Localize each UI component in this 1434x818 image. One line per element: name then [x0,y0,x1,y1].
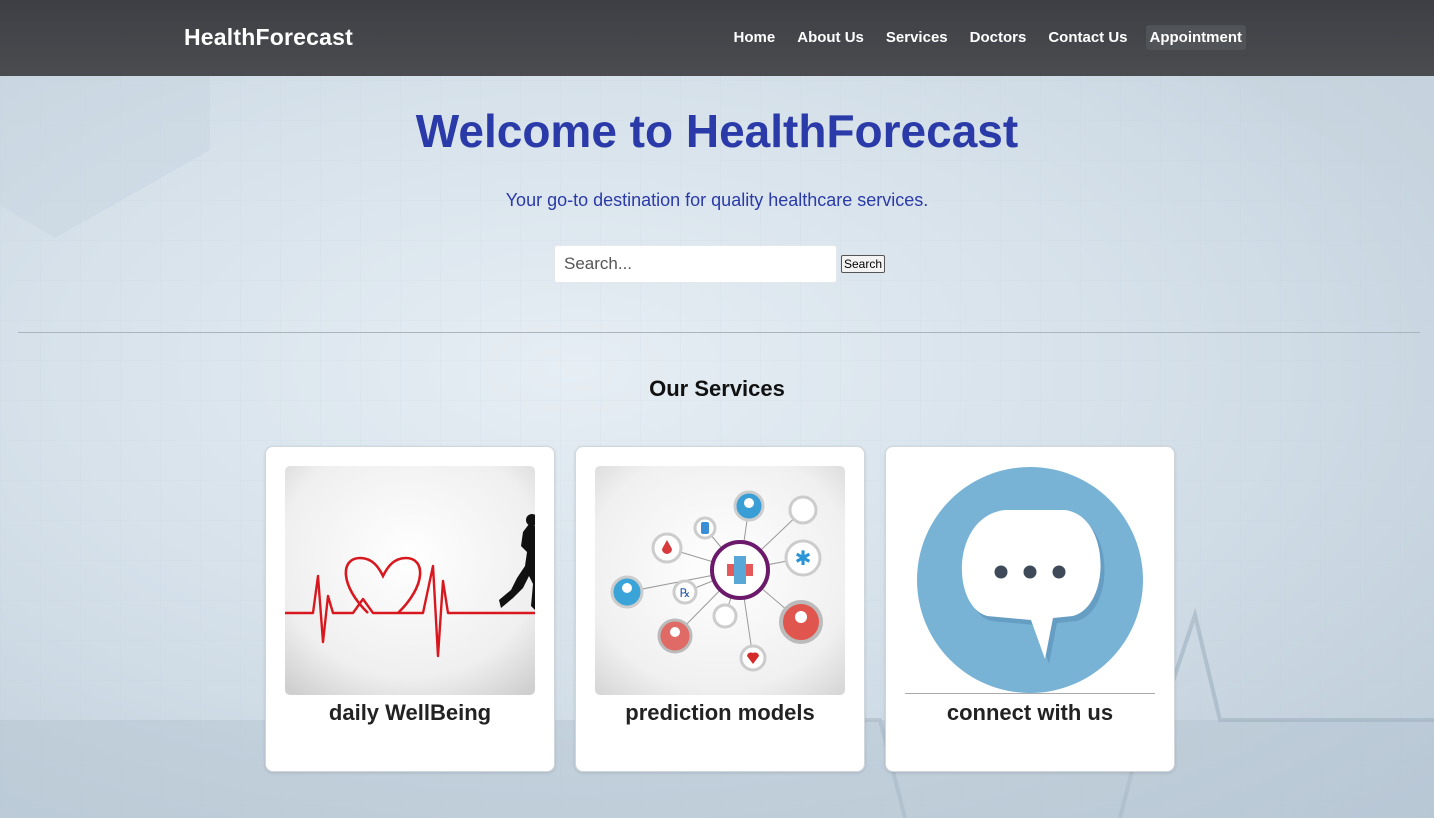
service-card-connect-with-us[interactable]: connect with us [885,446,1175,772]
nav-link-appointment[interactable]: Appointment [1145,25,1246,50]
nav-link-services[interactable]: Services [882,25,952,50]
navbar: HealthForecast Home About Us Services Do… [0,0,1434,76]
nav-links: Home About Us Services Doctors Contact U… [730,25,1246,50]
hero-subtitle: Your go-to destination for quality healt… [505,190,929,210]
services-heading: Our Services [649,376,785,401]
card-title: prediction models [625,700,815,725]
search-button[interactable]: Search [841,255,886,273]
nav-link-doctors[interactable]: Doctors [966,25,1031,50]
section-divider [18,332,1420,333]
nav-link-contact-us[interactable]: Contact Us [1044,25,1131,50]
chat-bubble-image [905,466,1155,695]
card-divider [905,693,1155,694]
hero-title: Welcome to HealthForecast [415,105,1019,157]
svg-text:℞: ℞ [680,586,691,600]
medical-network-image: ✱ ℞ [595,466,845,695]
site-logo[interactable]: HealthForecast [184,24,353,51]
nav-link-home[interactable]: Home [730,25,780,50]
service-card-daily-wellbeing[interactable]: daily WellBeing [265,446,555,772]
card-title: connect with us [946,700,1114,725]
heartbeat-runner-image [285,466,535,695]
nav-link-about-us[interactable]: About Us [793,25,868,50]
service-card-prediction-models[interactable]: ✱ ℞ prediction models [575,446,865,772]
search-input[interactable] [554,245,837,283]
card-title: daily WellBeing [328,700,492,725]
svg-text:✱: ✱ [795,546,812,570]
search-bar: Search [554,245,886,283]
